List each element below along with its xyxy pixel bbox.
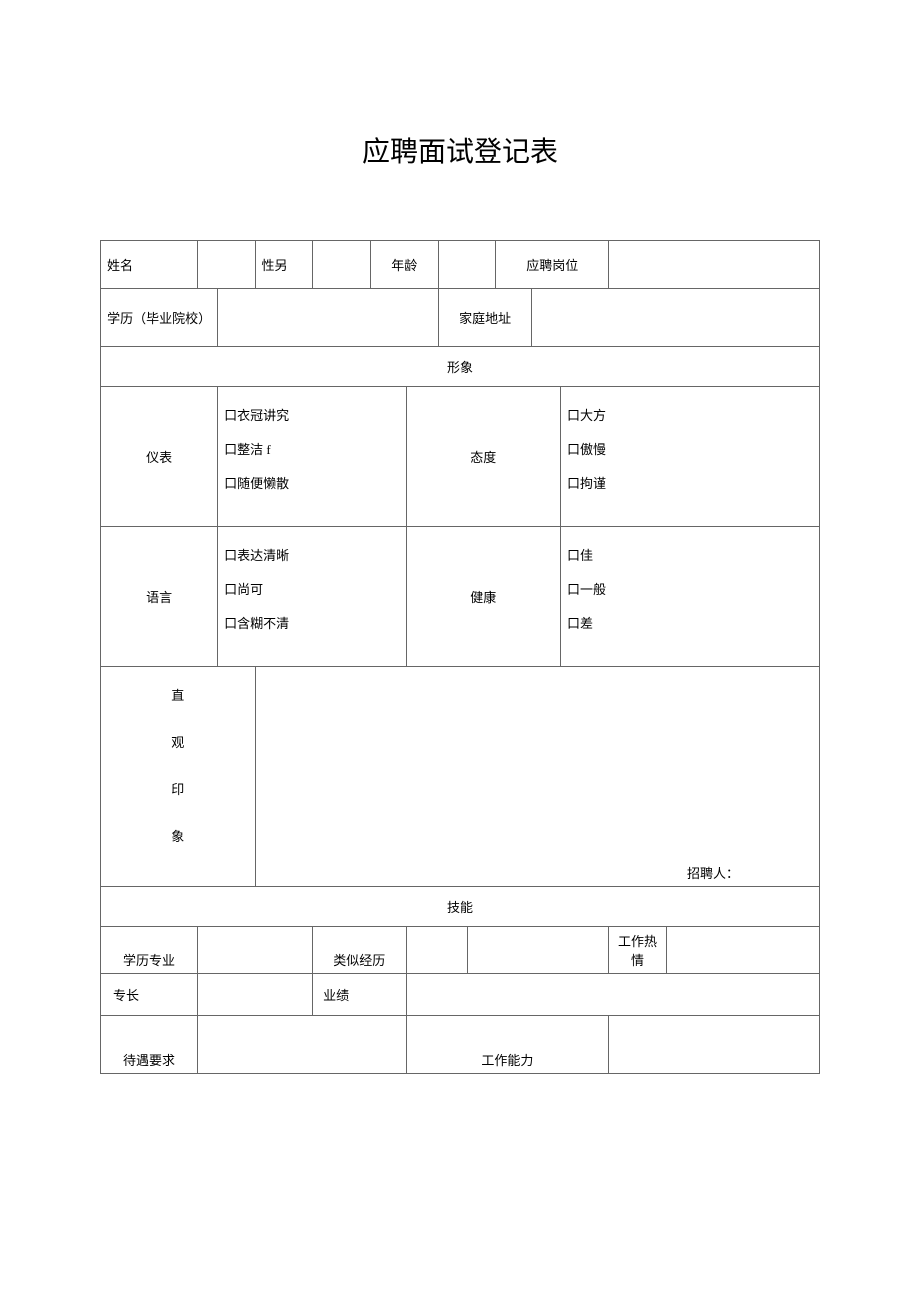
- label-name: 姓名: [101, 241, 198, 289]
- label-health: 健康: [406, 527, 561, 667]
- section-skills: 技能: [101, 887, 820, 927]
- input-enthusiasm[interactable]: [666, 927, 819, 974]
- input-position[interactable]: [609, 241, 820, 289]
- options-language[interactable]: 口表达清晰 口尚可 口含糊不清: [218, 527, 406, 667]
- input-strength[interactable]: [198, 974, 313, 1016]
- input-age[interactable]: [438, 241, 496, 289]
- label-position: 应聘岗位: [496, 241, 609, 289]
- input-similar-exp[interactable]: [406, 927, 467, 974]
- input-salary[interactable]: [198, 1016, 406, 1074]
- input-extra-1[interactable]: [467, 927, 609, 974]
- label-age: 年龄: [370, 241, 438, 289]
- label-salary: 待遇要求: [101, 1016, 198, 1074]
- input-education[interactable]: [218, 289, 439, 347]
- input-address[interactable]: [532, 289, 820, 347]
- input-name[interactable]: [198, 241, 256, 289]
- label-attitude: 态度: [406, 387, 561, 527]
- label-ability: 工作能力: [406, 1016, 609, 1074]
- label-enthusiasm: 工作热情: [609, 927, 667, 974]
- input-gender[interactable]: [313, 241, 371, 289]
- label-recruiter: 招聘人：: [687, 866, 739, 881]
- options-health[interactable]: 口佳 口一般 口差: [561, 527, 820, 667]
- label-impression: 直 观 印 象: [101, 667, 256, 887]
- page-title: 应聘面试登记表: [100, 130, 820, 170]
- label-appearance: 仪表: [101, 387, 218, 527]
- label-performance: 业绩: [313, 974, 406, 1016]
- label-gender: 性另: [255, 241, 313, 289]
- label-address: 家庭地址: [438, 289, 531, 347]
- label-similar-exp: 类似经历: [313, 927, 406, 974]
- label-education: 学历（毕业院校）: [101, 289, 218, 347]
- label-language: 语言: [101, 527, 218, 667]
- input-performance[interactable]: [406, 974, 819, 1016]
- section-image: 形象: [101, 347, 820, 387]
- input-ability[interactable]: [609, 1016, 820, 1074]
- label-major: 学历专业: [101, 927, 198, 974]
- label-strength: 专长: [101, 974, 198, 1016]
- registration-form: 姓名 性另 年龄 应聘岗位 学历（毕业院校） 家庭地址 形象 仪表 口衣冠讲究 …: [100, 240, 820, 1074]
- options-appearance[interactable]: 口衣冠讲究 口整洁 f 口随便懒散: [218, 387, 406, 527]
- input-major[interactable]: [198, 927, 313, 974]
- input-impression[interactable]: 招聘人：: [255, 667, 819, 887]
- options-attitude[interactable]: 口大方 口傲慢 口拘谨: [561, 387, 820, 527]
